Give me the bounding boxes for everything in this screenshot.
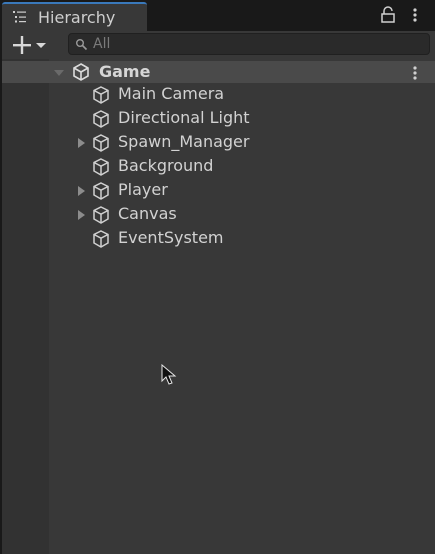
unity-logo-icon — [73, 63, 89, 81]
tab-hierarchy[interactable]: Hierarchy — [2, 2, 147, 31]
hierarchy-item-label: Player — [118, 180, 168, 199]
gameobject-cube-icon — [93, 206, 109, 224]
gameobject-cube-icon — [93, 86, 109, 104]
expand-arrow-icon[interactable] — [76, 210, 86, 220]
plus-icon — [13, 36, 31, 54]
hierarchy-toolbar — [2, 31, 435, 59]
add-object-button[interactable] — [9, 32, 53, 58]
tab-bar: Hierarchy — [0, 0, 435, 31]
expanded-arrow-icon[interactable] — [54, 68, 64, 78]
expand-arrow-icon[interactable] — [76, 186, 86, 196]
kebab-menu-icon[interactable] — [409, 63, 421, 83]
scene-name: Game — [99, 62, 151, 81]
hierarchy-item[interactable]: Player — [2, 179, 435, 203]
lock-icon[interactable] — [378, 4, 398, 26]
gameobject-cube-icon — [93, 134, 109, 152]
hierarchy-item[interactable]: Spawn_Manager — [2, 131, 435, 155]
mouse-cursor-icon — [161, 364, 177, 385]
tab-title: Hierarchy — [38, 8, 116, 27]
hierarchy-item[interactable]: EventSystem — [2, 227, 435, 251]
gameobject-cube-icon — [93, 110, 109, 128]
hierarchy-item-label: EventSystem — [118, 228, 224, 247]
hierarchy-item[interactable]: Main Camera — [2, 83, 435, 107]
search-icon — [76, 39, 88, 51]
hierarchy-item[interactable]: Directional Light — [2, 107, 435, 131]
search-input[interactable] — [93, 35, 413, 53]
expand-arrow-icon[interactable] — [76, 138, 86, 148]
gameobject-cube-icon — [93, 158, 109, 176]
hierarchy-item-label: Canvas — [118, 204, 177, 223]
scene-row[interactable]: Game — [2, 61, 435, 83]
hierarchy-window: Hierarchy All Game Main Camera Direction… — [0, 0, 435, 554]
hierarchy-panel: Game Main Camera Directional Light Spawn_M… — [2, 59, 435, 554]
hierarchy-item[interactable]: Canvas — [2, 203, 435, 227]
kebab-menu-icon[interactable] — [405, 4, 425, 26]
hierarchy-item-label: Spawn_Manager — [118, 132, 250, 151]
chevron-down-icon — [36, 43, 46, 48]
search-field[interactable] — [68, 33, 430, 55]
hierarchy-item-label: Directional Light — [118, 108, 250, 127]
hierarchy-list-icon — [13, 11, 26, 23]
gameobject-cube-icon — [93, 230, 109, 248]
hierarchy-item-label: Main Camera — [118, 84, 225, 103]
gameobject-cube-icon — [93, 182, 109, 200]
hierarchy-item[interactable]: Background — [2, 155, 435, 179]
hierarchy-item-label: Background — [118, 156, 214, 175]
